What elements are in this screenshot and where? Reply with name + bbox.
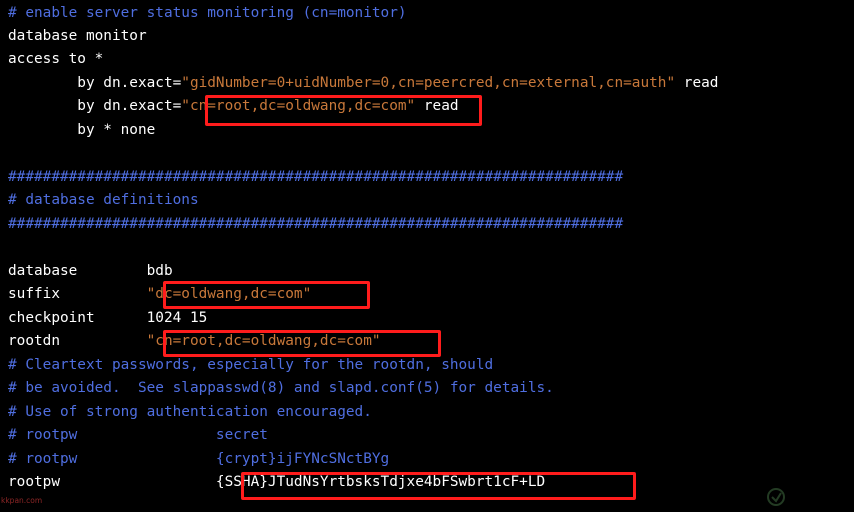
terminal-line: ########################################… <box>8 166 623 190</box>
terminal-line: by dn.exact="gidNumber=0+uidNumber=0,cn=… <box>8 72 718 96</box>
config-text: read <box>415 98 459 114</box>
comment-text: ########################################… <box>8 169 624 185</box>
terminal-line: access to * <box>8 48 103 72</box>
terminal-line: # database definitions <box>8 189 199 213</box>
config-text: database monitor <box>8 28 147 44</box>
config-text: access to * <box>8 51 104 67</box>
string-literal: "cn=root,dc=oldwang,dc=com" <box>146 333 381 349</box>
terminal-line: ########################################… <box>8 213 623 237</box>
config-text: rootdn <box>8 333 147 349</box>
terminal-line: by * none <box>8 119 155 143</box>
terminal-line: database monitor <box>8 25 147 49</box>
config-text: checkpoint 1024 15 <box>8 310 208 326</box>
terminal-line: # rootpw secret <box>8 424 268 448</box>
config-text: suffix <box>8 286 147 302</box>
terminal-line: suffix "dc=oldwang,dc=com" <box>8 283 311 307</box>
terminal-line: # Use of strong authentication encourage… <box>8 401 372 425</box>
terminal-line: # be avoided. See slappasswd(8) and slap… <box>8 377 554 401</box>
watermark-logo <box>766 484 850 510</box>
terminal-line: by dn.exact="cn=root,dc=oldwang,dc=com" … <box>8 95 459 119</box>
config-text: by dn.exact= <box>8 98 182 114</box>
config-text: rootpw {SSHA}JTudNsYrtbsksTdjxe4bFSwbrt1… <box>8 474 546 490</box>
terminal-line: # Cleartext passwords, especially for th… <box>8 354 493 378</box>
string-literal: "cn=root,dc=oldwang,dc=com" <box>181 98 416 114</box>
terminal-screen: # enable server status monitoring (cn=mo… <box>0 0 854 512</box>
terminal-line: # enable server status monitoring (cn=mo… <box>8 2 407 26</box>
comment-text: # rootpw secret <box>8 427 268 443</box>
watermark-text: kkpan.com <box>1 495 43 505</box>
terminal-line: database bdb <box>8 260 173 284</box>
terminal-line: rootpw {SSHA}JTudNsYrtbsksTdjxe4bFSwbrt1… <box>8 471 545 495</box>
config-text: read <box>675 75 719 91</box>
comment-text: ########################################… <box>8 216 624 232</box>
comment-text: # Cleartext passwords, especially for th… <box>8 357 494 373</box>
comment-text: # rootpw {crypt}ijFYNcSNctBYg <box>8 451 390 467</box>
string-literal: "dc=oldwang,dc=com" <box>146 286 312 302</box>
terminal-line: rootdn "cn=root,dc=oldwang,dc=com" <box>8 330 381 354</box>
comment-text: # be avoided. See slappasswd(8) and slap… <box>8 380 554 396</box>
config-text: database bdb <box>8 263 173 279</box>
comment-text: # Use of strong authentication encourage… <box>8 404 372 420</box>
config-text: by dn.exact= <box>8 75 182 91</box>
terminal-line: checkpoint 1024 15 <box>8 307 207 331</box>
comment-text: # enable server status monitoring (cn=mo… <box>8 5 407 21</box>
terminal-line: # rootpw {crypt}ijFYNcSNctBYg <box>8 448 389 472</box>
config-text: by * none <box>8 122 156 138</box>
comment-text: # database definitions <box>8 192 199 208</box>
string-literal: "gidNumber=0+uidNumber=0,cn=peercred,cn=… <box>181 75 676 91</box>
